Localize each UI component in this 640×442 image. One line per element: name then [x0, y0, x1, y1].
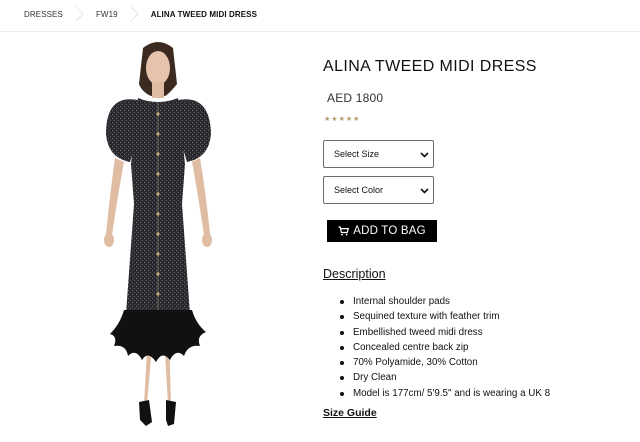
description-item: Dry Clean: [340, 370, 550, 385]
chevron-right-icon: [130, 7, 139, 21]
star-icon: ★: [324, 116, 331, 123]
description-item: 70% Polyamide, 30% Cotton: [340, 355, 550, 370]
description-item: Internal shoulder pads: [340, 294, 550, 309]
add-to-bag-label: ADD TO BAG: [353, 225, 426, 237]
star-icon: ★: [338, 116, 345, 123]
cart-icon: [338, 226, 350, 236]
chevron-right-icon: [75, 7, 84, 21]
chevron-down-icon: [420, 188, 429, 194]
product-price: AED 1800: [327, 91, 384, 105]
product-image[interactable]: [40, 34, 270, 442]
description-item: Sequined texture with feather trim: [340, 309, 550, 324]
description-heading: Description: [323, 267, 386, 281]
description-item: Model is 177cm/ 5'9.5" and is wearing a …: [340, 386, 550, 401]
breadcrumb: DRESSES FW19 ALINA TWEED MIDI DRESS: [24, 7, 258, 21]
product-title: ALINA TWEED MIDI DRESS: [323, 58, 537, 75]
size-select[interactable]: Select Size: [323, 140, 434, 168]
size-guide-link[interactable]: Size Guide: [323, 407, 377, 419]
chevron-down-icon: [420, 152, 429, 158]
description-item: Concealed centre back zip: [340, 340, 550, 355]
size-select-value: Select Size: [334, 149, 380, 159]
description-list: Internal shoulder pads Sequined texture …: [340, 294, 550, 401]
star-icon: ★: [353, 116, 360, 123]
star-icon: ★: [331, 116, 338, 123]
description-item: Embellished tweed midi dress: [340, 325, 550, 340]
star-icon: ★: [345, 116, 353, 123]
breadcrumb-dresses[interactable]: DRESSES: [24, 10, 63, 19]
breadcrumb-fw19[interactable]: FW19: [96, 10, 118, 19]
breadcrumb-current: ALINA TWEED MIDI DRESS: [150, 10, 258, 19]
color-select-value: Select Color: [334, 185, 384, 195]
color-select[interactable]: Select Color: [323, 176, 434, 204]
breadcrumb-bar: DRESSES FW19 ALINA TWEED MIDI DRESS: [0, 0, 640, 32]
add-to-bag-button[interactable]: ADD TO BAG: [327, 220, 437, 242]
rating-stars: ★ ★ ★ ★ ★: [324, 116, 359, 124]
